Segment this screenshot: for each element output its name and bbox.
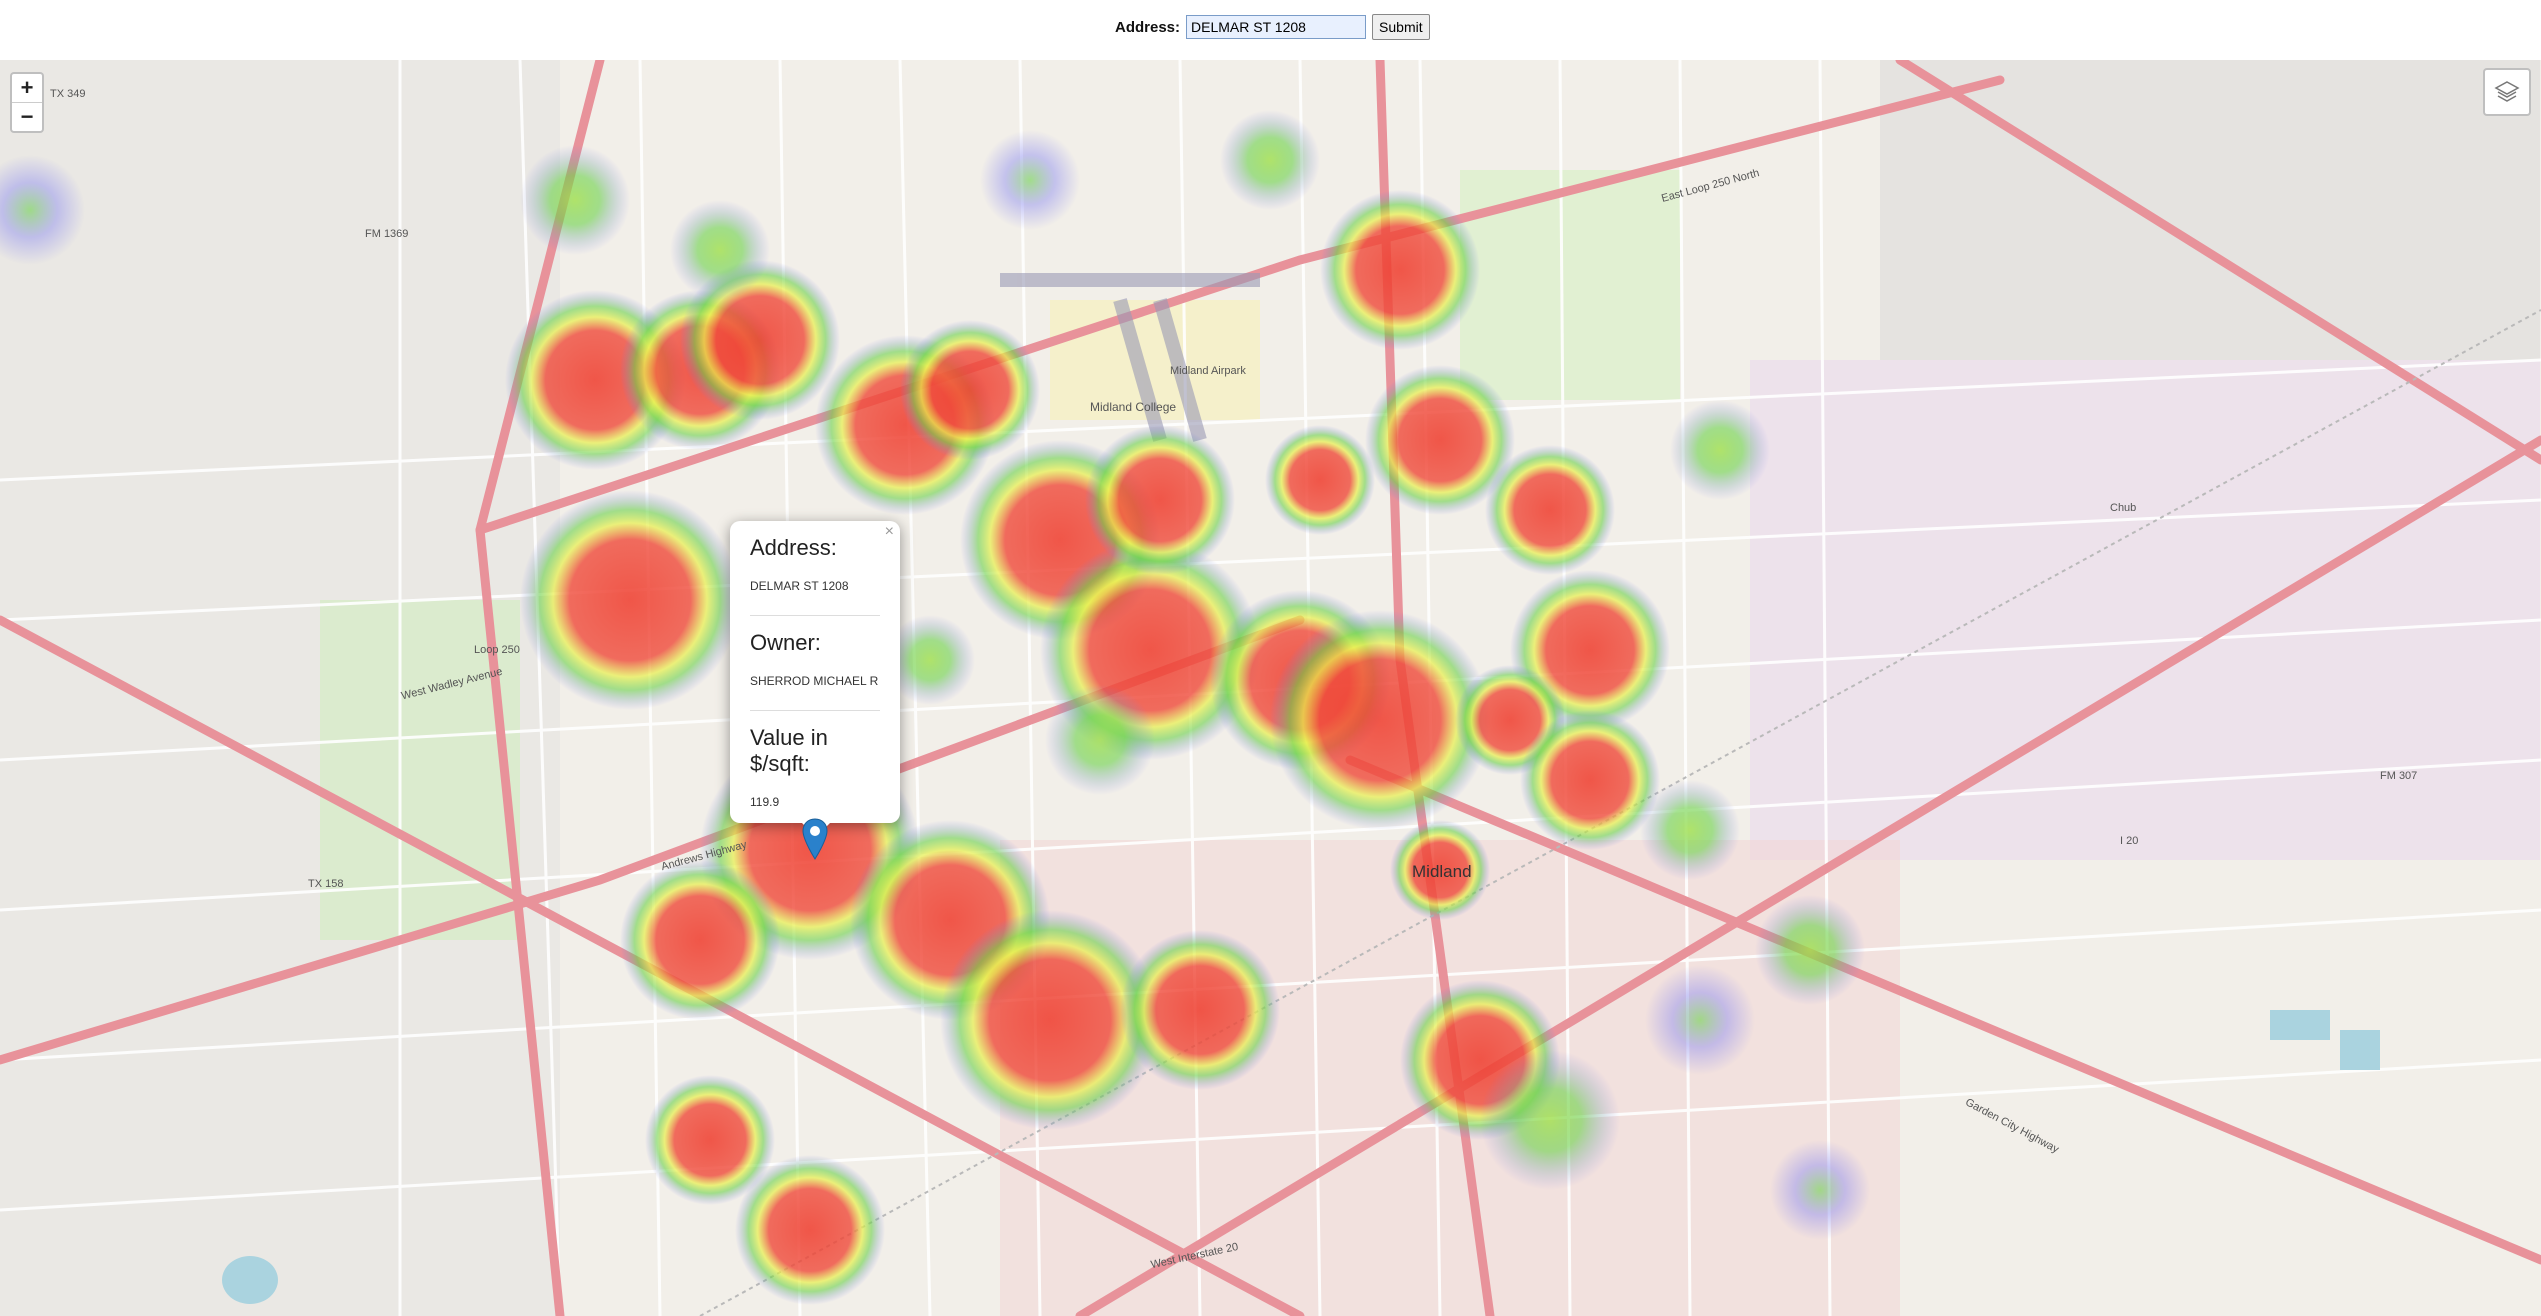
popup-owner-title: Owner: <box>750 630 821 655</box>
layers-button[interactable] <box>2483 68 2531 116</box>
road-label-i20: I 20 <box>2120 835 2139 847</box>
map-view[interactable]: Midland Loop 250 Andrews Highway West Wa… <box>0 60 2541 1316</box>
road-label-fm307: FM 307 <box>2380 770 2418 782</box>
layers-icon <box>2494 81 2520 102</box>
property-popup: × Address: DELMAR ST 1208 Owner: SHERROD… <box>730 521 900 837</box>
popup-value-title: Value in $/sqft: <box>750 725 828 776</box>
road-label-tx349: TX 349 <box>50 88 86 100</box>
road-label-fm1369: FM 1369 <box>365 228 409 240</box>
label-midland-airpark: Midland Airpark <box>1170 365 1246 377</box>
popup-divider <box>750 710 880 711</box>
popup-divider <box>750 615 880 616</box>
submit-button[interactable]: Submit <box>1372 14 1430 40</box>
popup-close-button[interactable]: × <box>885 523 894 541</box>
location-marker-icon[interactable] <box>802 818 828 860</box>
address-toolbar: Address: Submit <box>0 0 2541 60</box>
popup-owner-value: SHERROD MICHAEL R <box>750 674 879 688</box>
zoom-in-button[interactable]: + <box>12 74 42 103</box>
address-input[interactable] <box>1186 15 1367 39</box>
label-chub: Chub <box>2110 502 2137 514</box>
road-label-tx158: TX 158 <box>308 878 344 890</box>
road-label-loop250: Loop 250 <box>474 644 520 656</box>
popup-value-amount: 119.9 <box>750 795 780 809</box>
popup-address-value: DELMAR ST 1208 <box>750 579 849 593</box>
base-map <box>0 60 2541 1316</box>
city-label: Midland <box>1412 862 1472 881</box>
zoom-control: + − <box>10 72 44 133</box>
zoom-out-button[interactable]: − <box>12 103 42 131</box>
popup-address-title: Address: <box>750 535 837 560</box>
address-label: Address: <box>1115 18 1181 36</box>
address-form: Address: Submit <box>1115 14 1430 40</box>
label-midland-college: Midland College <box>1090 400 1177 414</box>
